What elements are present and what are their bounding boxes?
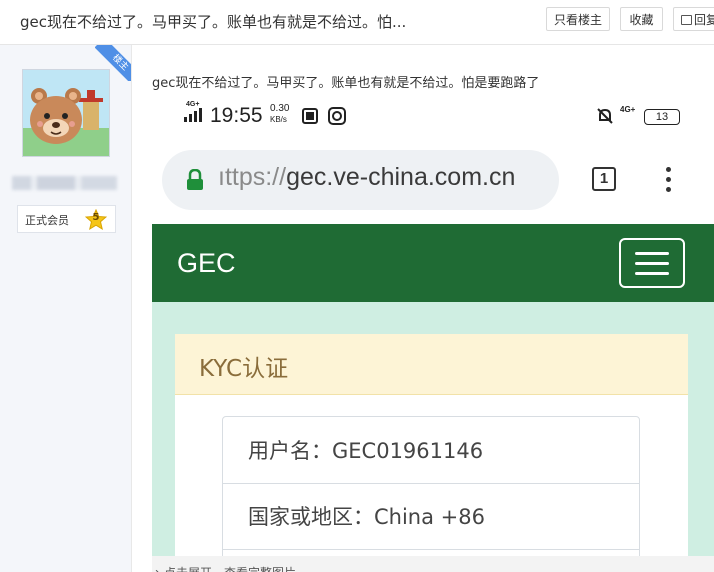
- rank-level: 5: [92, 212, 100, 223]
- site-navbar: GEC: [152, 224, 714, 302]
- thread-title: gec现在不给过了。马甲买了。账单也有就是不给过。怕...: [20, 13, 407, 31]
- kyc-info-list: 用户名：GEC01961146 国家或地区：China +86: [222, 416, 640, 572]
- network-type-left: 4G+: [186, 101, 200, 108]
- hamburger-menu-icon[interactable]: [619, 238, 685, 288]
- member-rank: 正式会员 5: [17, 205, 116, 233]
- kyc-title: KYC认证: [199, 356, 289, 382]
- post-image[interactable]: 4G+ 19:55 0.30 KB/s 4G+ 13 ıttps://gec.v…: [152, 94, 714, 572]
- avatar[interactable]: [22, 69, 110, 157]
- browser-url-bar[interactable]: ıttps://gec.ve-china.com.cn: [162, 150, 559, 210]
- reply-icon: [681, 15, 692, 25]
- info-row-country: 国家或地区：China +86: [223, 483, 639, 550]
- tab-switcher-button[interactable]: 1: [592, 167, 616, 191]
- kyc-card: KYC认证 用户名：GEC01961146 国家或地区：China +86: [175, 334, 688, 572]
- lock-icon: [187, 169, 203, 190]
- thread-header: gec现在不给过了。马甲买了。账单也有就是不给过。怕... 只看楼主 收藏 回复: [0, 0, 714, 45]
- author-panel: 楼主 正式会员 5: [0, 45, 132, 572]
- expand-image-strip[interactable]: ↘点击展开，查看完整图片: [152, 556, 714, 572]
- url-host: gec.ve-china.com.cn: [286, 163, 516, 191]
- info-country: 国家或地区：China +86: [248, 505, 485, 529]
- rank-star-icon: 5: [84, 208, 108, 231]
- browser-menu-icon[interactable]: [658, 164, 680, 196]
- screenshot-notify-icon: [302, 108, 318, 124]
- bear-avatar-icon: [23, 70, 109, 156]
- net-speed-unit: KB/s: [270, 115, 287, 124]
- site-brand[interactable]: GEC: [177, 248, 236, 279]
- only-op-button[interactable]: 只看楼主: [546, 7, 610, 31]
- info-username: 用户名：GEC01961146: [248, 439, 484, 463]
- username-redacted: [12, 176, 117, 190]
- app-notify-icon: [328, 107, 346, 125]
- expand-image-hint: ↘点击展开，查看完整图片: [154, 564, 296, 572]
- battery-icon: 13: [644, 109, 680, 125]
- url-scheme: ıttps://: [218, 163, 287, 191]
- battery-level: 13: [655, 111, 669, 123]
- phone-status-bar: 4G+ 19:55 0.30 KB/s 4G+ 13: [152, 94, 714, 140]
- kyc-header: KYC认证: [175, 334, 688, 395]
- network-type-right: 4G+: [620, 105, 636, 114]
- reply-button-label: 回复: [694, 13, 714, 27]
- signal-icon: [184, 108, 202, 122]
- url-text: ıttps://gec.ve-china.com.cn: [218, 163, 515, 192]
- rank-label: 正式会员: [25, 214, 69, 227]
- reply-button[interactable]: 回复: [673, 7, 714, 31]
- post-text: gec现在不给过了。马甲买了。账单也有就是不给过。怕是要跑路了: [152, 76, 540, 91]
- mute-bell-icon: [597, 108, 613, 124]
- status-time: 19:55: [210, 104, 263, 127]
- net-speed-value: 0.30: [270, 103, 290, 114]
- info-row-username: 用户名：GEC01961146: [223, 417, 639, 484]
- favorite-button[interactable]: 收藏: [620, 7, 663, 31]
